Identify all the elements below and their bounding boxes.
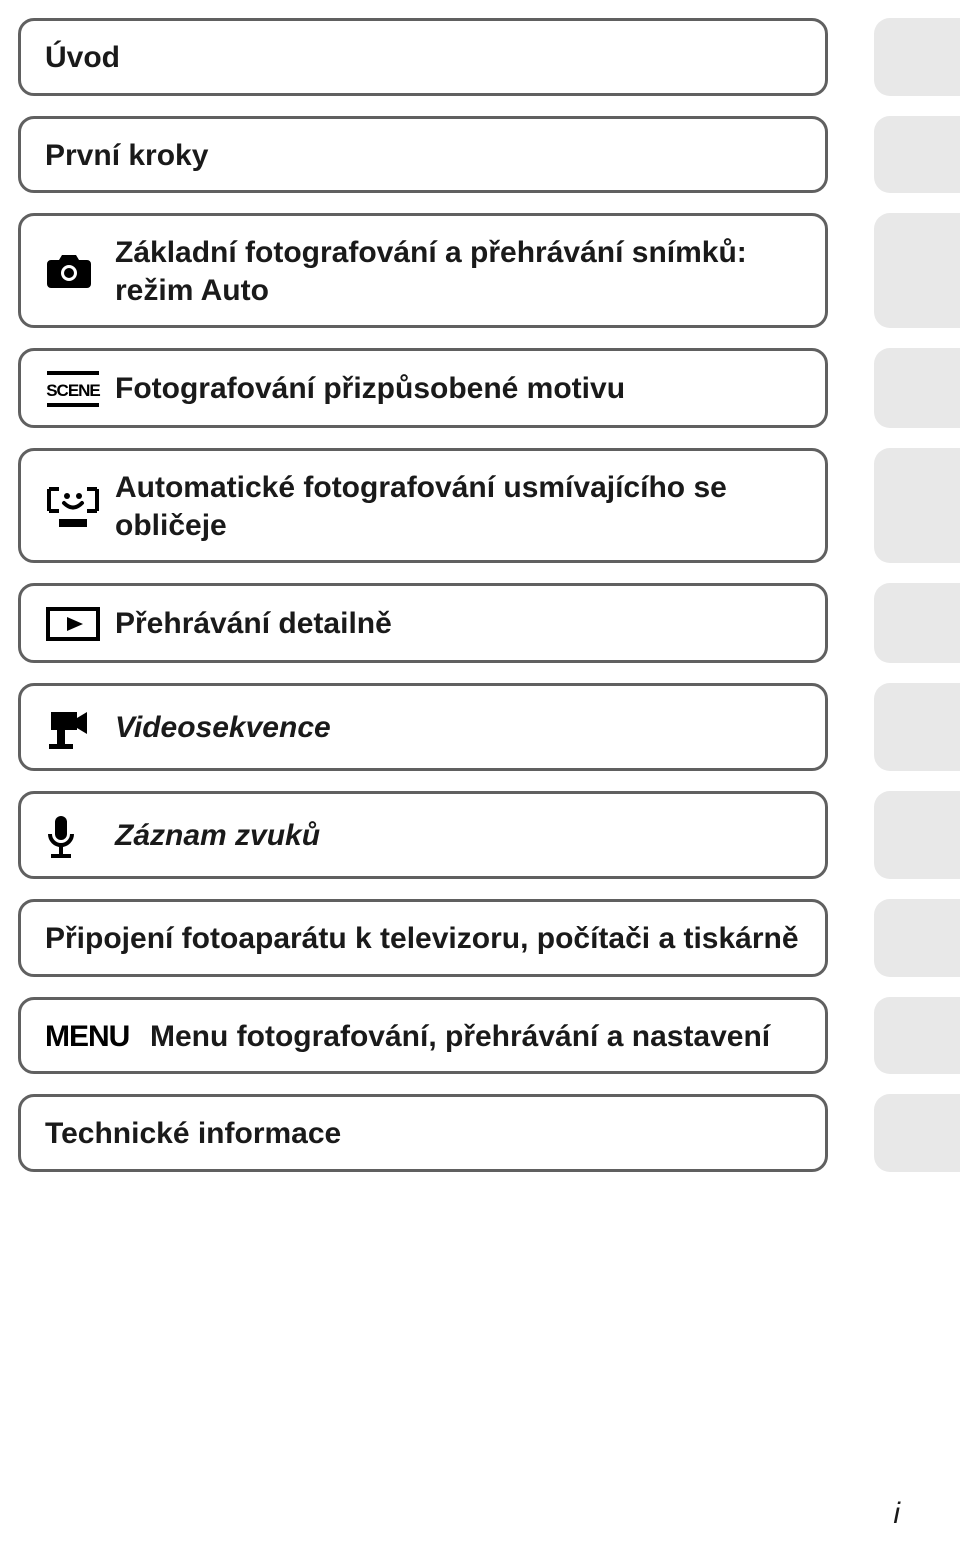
toc-label: Technické informace bbox=[45, 1115, 341, 1153]
play-icon bbox=[45, 604, 115, 644]
toc-label: Fotografování přizpůsobené motivu bbox=[115, 370, 625, 408]
toc-item-smile[interactable]: Automatické fotografování usmívajícího s… bbox=[18, 448, 828, 563]
toc-row: MENU Menu fotografování, přehrávání a na… bbox=[18, 997, 960, 1075]
side-tab[interactable] bbox=[874, 348, 960, 428]
page-number: i bbox=[893, 1497, 900, 1531]
toc-item-basic-photo[interactable]: Základní fotografování a přehrávání sním… bbox=[18, 213, 828, 328]
microphone-icon bbox=[45, 812, 115, 860]
toc-row: Záznam zvuků bbox=[18, 791, 960, 879]
side-tab[interactable] bbox=[874, 116, 960, 194]
toc-item-video[interactable]: Videosekvence bbox=[18, 683, 828, 771]
toc-row: SCENE Fotografování přizpůsobené motivu bbox=[18, 348, 960, 428]
toc-item-playback[interactable]: Přehrávání detailně bbox=[18, 583, 828, 663]
camera-icon bbox=[45, 248, 115, 296]
toc-label: Základní fotografování a přehrávání sním… bbox=[115, 234, 801, 309]
side-tab[interactable] bbox=[874, 1094, 960, 1172]
side-tab[interactable] bbox=[874, 583, 960, 663]
toc-item-technical[interactable]: Technické informace bbox=[18, 1094, 828, 1172]
menu-icon: MENU bbox=[45, 1020, 150, 1052]
toc-item-first-steps[interactable]: První kroky bbox=[18, 116, 828, 194]
toc-label: Videosekvence bbox=[115, 709, 331, 747]
toc-label: Záznam zvuků bbox=[115, 817, 320, 855]
toc-label: Úvod bbox=[45, 39, 120, 77]
toc-row: Videosekvence bbox=[18, 683, 960, 771]
smile-icon bbox=[45, 483, 115, 531]
toc-row: První kroky bbox=[18, 116, 960, 194]
toc-label: Přehrávání detailně bbox=[115, 605, 392, 643]
side-tab[interactable] bbox=[874, 683, 960, 771]
toc-item-menu[interactable]: MENU Menu fotografování, přehrávání a na… bbox=[18, 997, 828, 1075]
toc-row: Základní fotografování a přehrávání sním… bbox=[18, 213, 960, 328]
toc-row: Technické informace bbox=[18, 1094, 960, 1172]
toc-row: Přehrávání detailně bbox=[18, 583, 960, 663]
side-tab[interactable] bbox=[874, 899, 960, 977]
side-tab[interactable] bbox=[874, 213, 960, 328]
toc-item-audio[interactable]: Záznam zvuků bbox=[18, 791, 828, 879]
side-tab[interactable] bbox=[874, 997, 960, 1075]
side-tab[interactable] bbox=[874, 448, 960, 563]
svg-text:MENU: MENU bbox=[45, 1020, 129, 1052]
toc-row: Úvod bbox=[18, 18, 960, 96]
toc-label: První kroky bbox=[45, 137, 208, 175]
toc-row: Připojení fotoaparátu k televizoru, počí… bbox=[18, 899, 960, 977]
video-camera-icon bbox=[45, 704, 115, 752]
toc-item-scene[interactable]: SCENE Fotografování přizpůsobené motivu bbox=[18, 348, 828, 428]
side-tab[interactable] bbox=[874, 791, 960, 879]
svg-text:SCENE: SCENE bbox=[46, 381, 100, 400]
toc-label: Připojení fotoaparátu k televizoru, počí… bbox=[45, 920, 799, 958]
toc-row: Automatické fotografování usmívajícího s… bbox=[18, 448, 960, 563]
toc-label: Menu fotografování, přehrávání a nastave… bbox=[150, 1018, 770, 1056]
toc-item-connection[interactable]: Připojení fotoaparátu k televizoru, počí… bbox=[18, 899, 828, 977]
toc-label: Automatické fotografování usmívajícího s… bbox=[115, 469, 801, 544]
side-tab[interactable] bbox=[874, 18, 960, 96]
scene-icon: SCENE bbox=[45, 369, 115, 409]
toc-item-intro[interactable]: Úvod bbox=[18, 18, 828, 96]
